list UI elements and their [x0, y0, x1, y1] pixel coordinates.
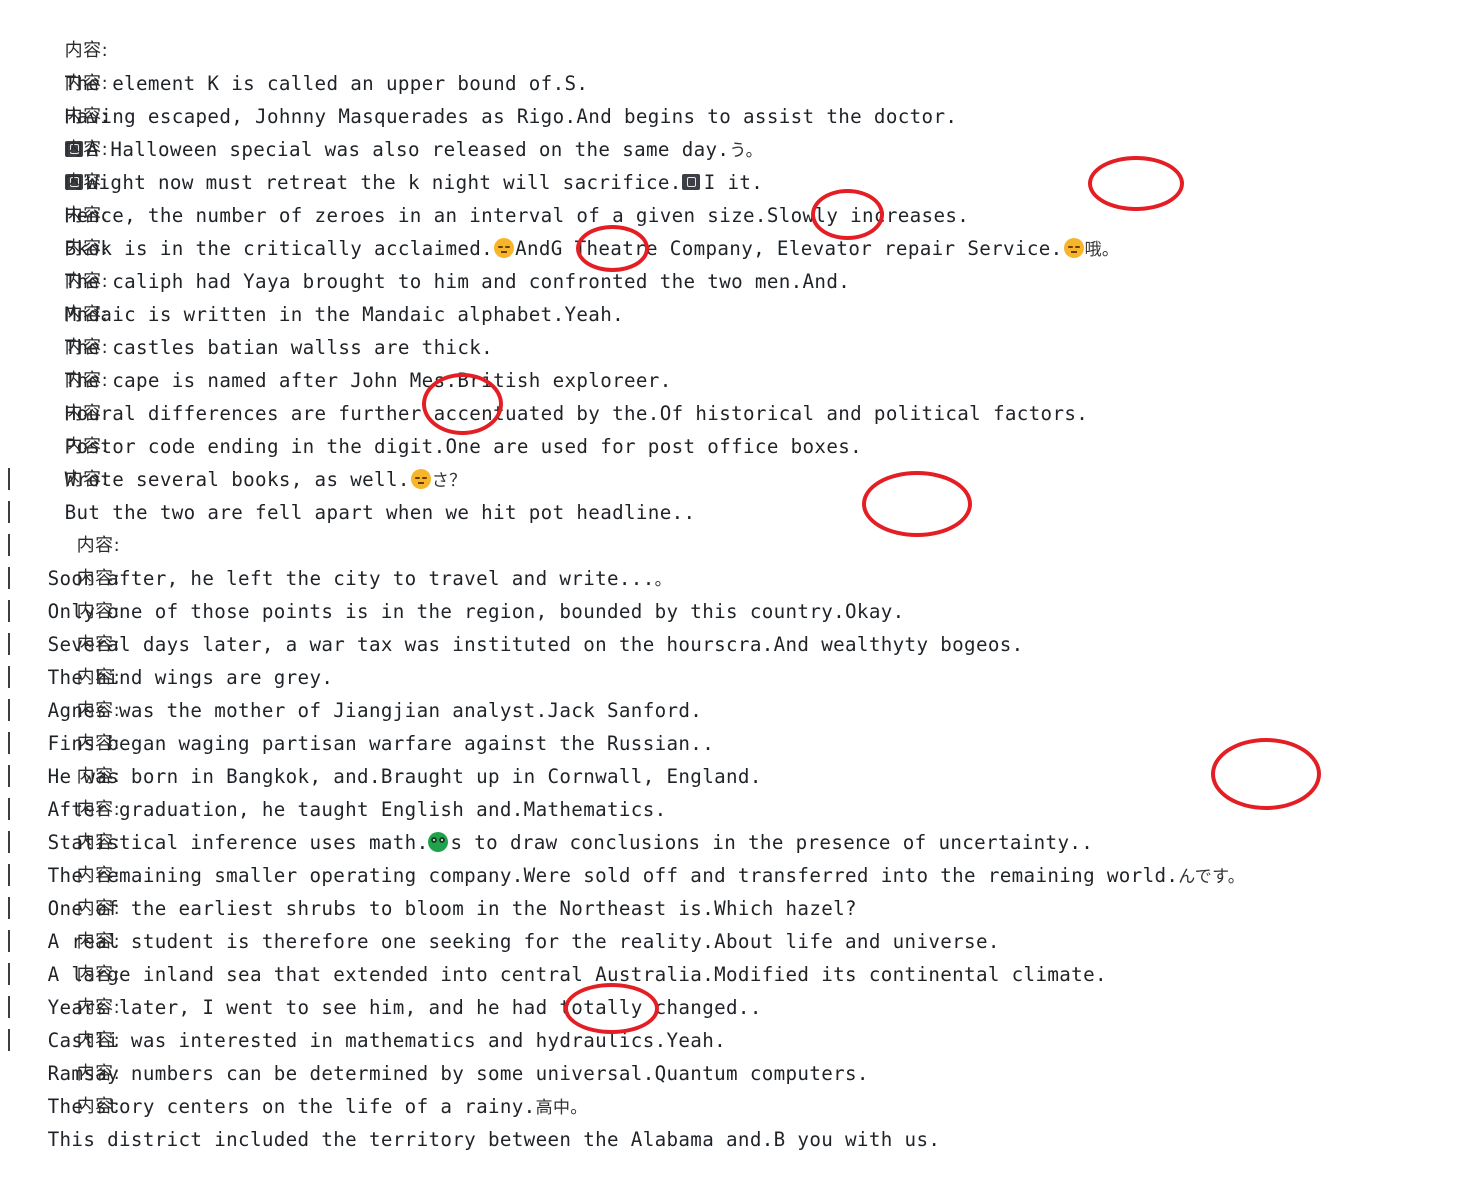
- log-line: 内容: Castli was interested in mathematics…: [0, 924, 726, 1052]
- log-line: 内容: The hind wings are grey.: [0, 561, 333, 689]
- indent-guide: [8, 798, 10, 820]
- indent-guide: [8, 666, 10, 688]
- log-line: 内容: Wight now must retreat the k night w…: [17, 99, 763, 194]
- log-line: 内容: Years later, I went to see him, and …: [0, 891, 762, 1019]
- log-line: 内容: Agnes was the mother of Jiangjian an…: [0, 594, 702, 722]
- log-line: 内容: Only one of those points is in the r…: [0, 495, 905, 623]
- log-line: 内容: One of the earliest shrubs to bloom …: [0, 792, 857, 920]
- log-line: 内容: A real student is therefore one seek…: [0, 825, 1000, 953]
- log-line: 内容: The story centers on the life of a r…: [0, 990, 588, 1118]
- log-cjk: 。: [654, 570, 672, 590]
- indent-guide: [8, 633, 10, 655]
- log-line: 内容: Postor code ending in the digit.One …: [17, 363, 862, 458]
- log-line: 内容: A large inland sea that extended int…: [0, 858, 1107, 986]
- log-line: 内容: This district included the territory…: [0, 1023, 940, 1151]
- indent-guide: [8, 699, 10, 721]
- log-line: 内容: After graduation, he taught English …: [0, 693, 667, 821]
- log-cjk: 高中。: [535, 1098, 588, 1118]
- log-line: 内容: Having escaped, Johnny Masquerades a…: [17, 33, 957, 128]
- log-cjk: 哦。: [1084, 240, 1120, 260]
- log-text: The story centers on the life of a rainy…: [47, 1095, 536, 1118]
- log-line: 内容: Statistical inference uses math. s to…: [0, 726, 1093, 854]
- log-line: 内容: The cape is named after John Mes.Bri…: [17, 297, 672, 392]
- log-line: 内容: A Halloween special was also release…: [17, 66, 763, 161]
- indent-guide: [8, 567, 10, 589]
- pensive-face-icon: [1063, 238, 1084, 258]
- log-line: 内容: Houral differences are further accen…: [17, 330, 1088, 425]
- log-line: 内容: The remaining smaller operating comp…: [0, 759, 1245, 887]
- log-line: 内容: The element K is called an upper bou…: [17, 0, 588, 95]
- indent-guide: [8, 600, 10, 622]
- log-line: 内容: Fins began waging partisan warfare a…: [0, 627, 714, 755]
- log-cjk: んです。: [1178, 867, 1246, 887]
- indent-guide: [8, 732, 10, 754]
- indent-guide: [8, 864, 10, 886]
- log-line: 内容: He was born in Bangkok, and.Braught …: [0, 660, 762, 788]
- log-line: 内容: Ramsay numbers can be determined by …: [0, 957, 869, 1085]
- indent-guide: [8, 501, 10, 523]
- log-line: 内容: Soon after, he left the city to trav…: [0, 462, 672, 590]
- log-text: Ramsay numbers can be determined by some…: [47, 1062, 869, 1085]
- log-prefix: 内容:: [76, 1096, 121, 1117]
- log-line: 内容: The caliph had Yaya brought to him a…: [17, 198, 850, 293]
- log-line: 内容: Several days later, a war tax was in…: [0, 528, 1024, 656]
- indent-guide: [8, 930, 10, 952]
- log-line: 内容: Mndaic is written in the Mandaic alp…: [17, 231, 624, 326]
- log-prefix: 内容:: [76, 1063, 121, 1084]
- indent-guide: [8, 1029, 10, 1051]
- indent-guide: [8, 831, 10, 853]
- indent-guide: [8, 897, 10, 919]
- indent-guide: [8, 468, 10, 490]
- log-line: 内容: Wrote several books, as well. さ？: [17, 396, 467, 491]
- indent-guide: [8, 765, 10, 787]
- log-line: 内容: The castles batian wallss are thick.: [17, 264, 493, 359]
- log-line: 内容: Hence, the number of zeroes in an in…: [17, 132, 969, 227]
- log-text: This district included the territory bet…: [47, 1128, 941, 1151]
- indent-guide: [8, 963, 10, 985]
- console-output: 内容: The element K is called an upper bou…: [0, 0, 1479, 1151]
- indent-guide: [8, 534, 10, 556]
- log-line: 内容: Bkok is in the critically acclaimed.…: [17, 165, 1119, 260]
- indent-guide: [8, 996, 10, 1018]
- log-line: 内容: But the two are fell apart when we h…: [17, 429, 695, 524]
